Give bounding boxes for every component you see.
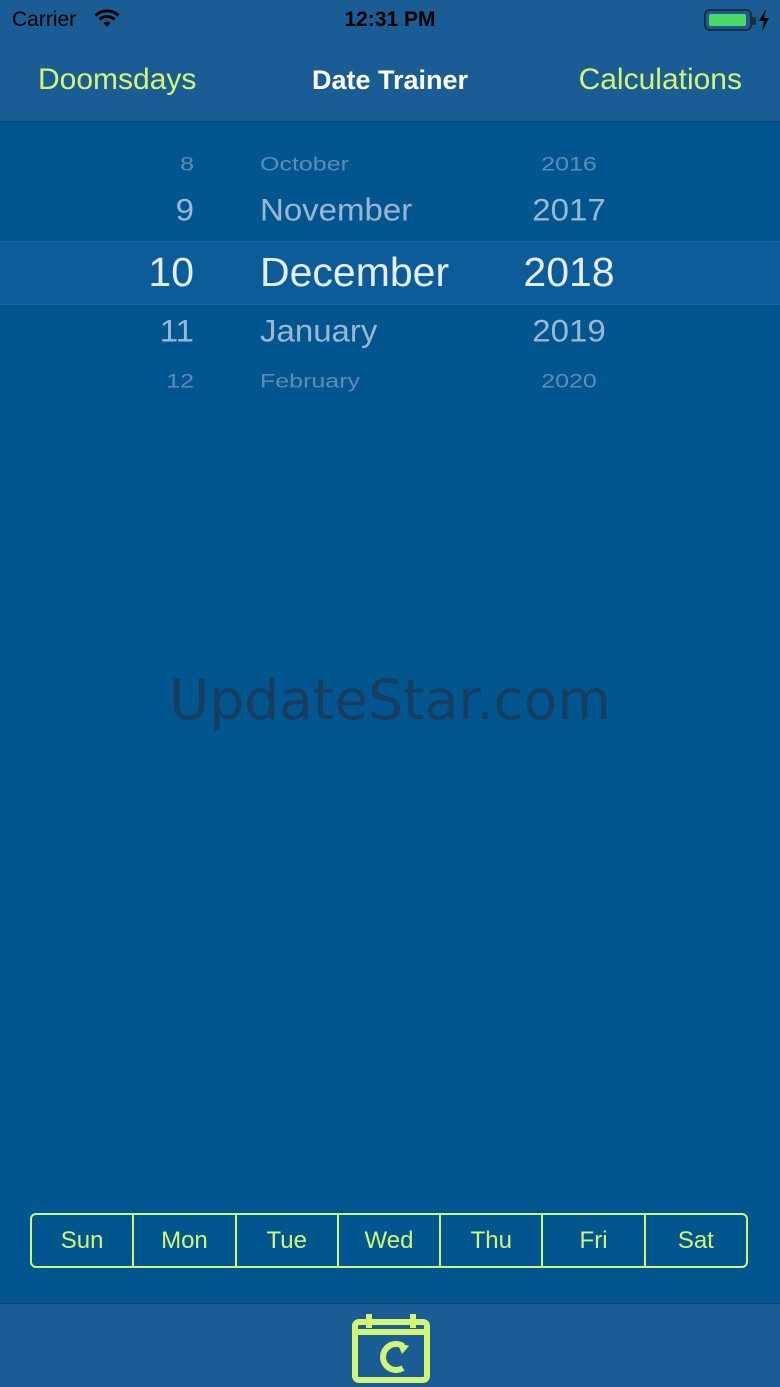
weekday-button-wed[interactable]: Wed (339, 1215, 442, 1266)
calendar-refresh-icon[interactable] (351, 1312, 431, 1384)
battery-fill (709, 14, 746, 26)
clock-label: 12:31 PM (344, 8, 436, 31)
picker-month-item[interactable]: January (260, 313, 377, 349)
picker-day-item[interactable]: 9 (104, 192, 194, 228)
date-picker[interactable]: 8 9 10 11 12 October November December January F… (0, 122, 780, 412)
weekday-button-sun[interactable]: Sun (32, 1215, 135, 1266)
picker-year-item[interactable]: 2016 (494, 153, 644, 176)
charging-bolt-icon (759, 9, 769, 31)
picker-year-item[interactable]: 2017 (494, 192, 644, 228)
weekday-button-thu[interactable]: Thu (441, 1215, 544, 1266)
picker-year-item[interactable]: 2018 (494, 249, 644, 296)
picker-month-item[interactable]: December (260, 249, 449, 296)
weekday-button-fri[interactable]: Fri (543, 1215, 646, 1266)
picker-day-item[interactable]: 10 (104, 249, 194, 296)
calculations-button[interactable]: Calculations (579, 63, 742, 97)
picker-year-item[interactable]: 2020 (494, 370, 644, 393)
picker-year-item[interactable]: 2019 (494, 313, 644, 349)
status-bar: Carrier 12:31 PM (0, 0, 780, 40)
weekday-button-sat[interactable]: Sat (646, 1215, 746, 1266)
picker-day-item[interactable]: 12 (104, 370, 194, 393)
picker-month-item[interactable]: October (260, 153, 349, 176)
weekday-selector: Sun Mon Tue Wed Thu Fri Sat (30, 1213, 748, 1268)
picker-day-item[interactable]: 11 (104, 313, 194, 349)
picker-day-item[interactable]: 8 (104, 153, 194, 176)
watermark-text: UpdateStar.com (169, 668, 611, 732)
weekday-button-mon[interactable]: Mon (134, 1215, 237, 1266)
picker-month-item[interactable]: February (260, 370, 360, 393)
navigation-bar: Doomsdays Date Trainer Calculations (0, 40, 780, 122)
picker-month-item[interactable]: November (260, 192, 412, 228)
battery-icon (704, 9, 756, 31)
weekday-button-tue[interactable]: Tue (237, 1215, 339, 1266)
tab-bar (0, 1303, 780, 1387)
